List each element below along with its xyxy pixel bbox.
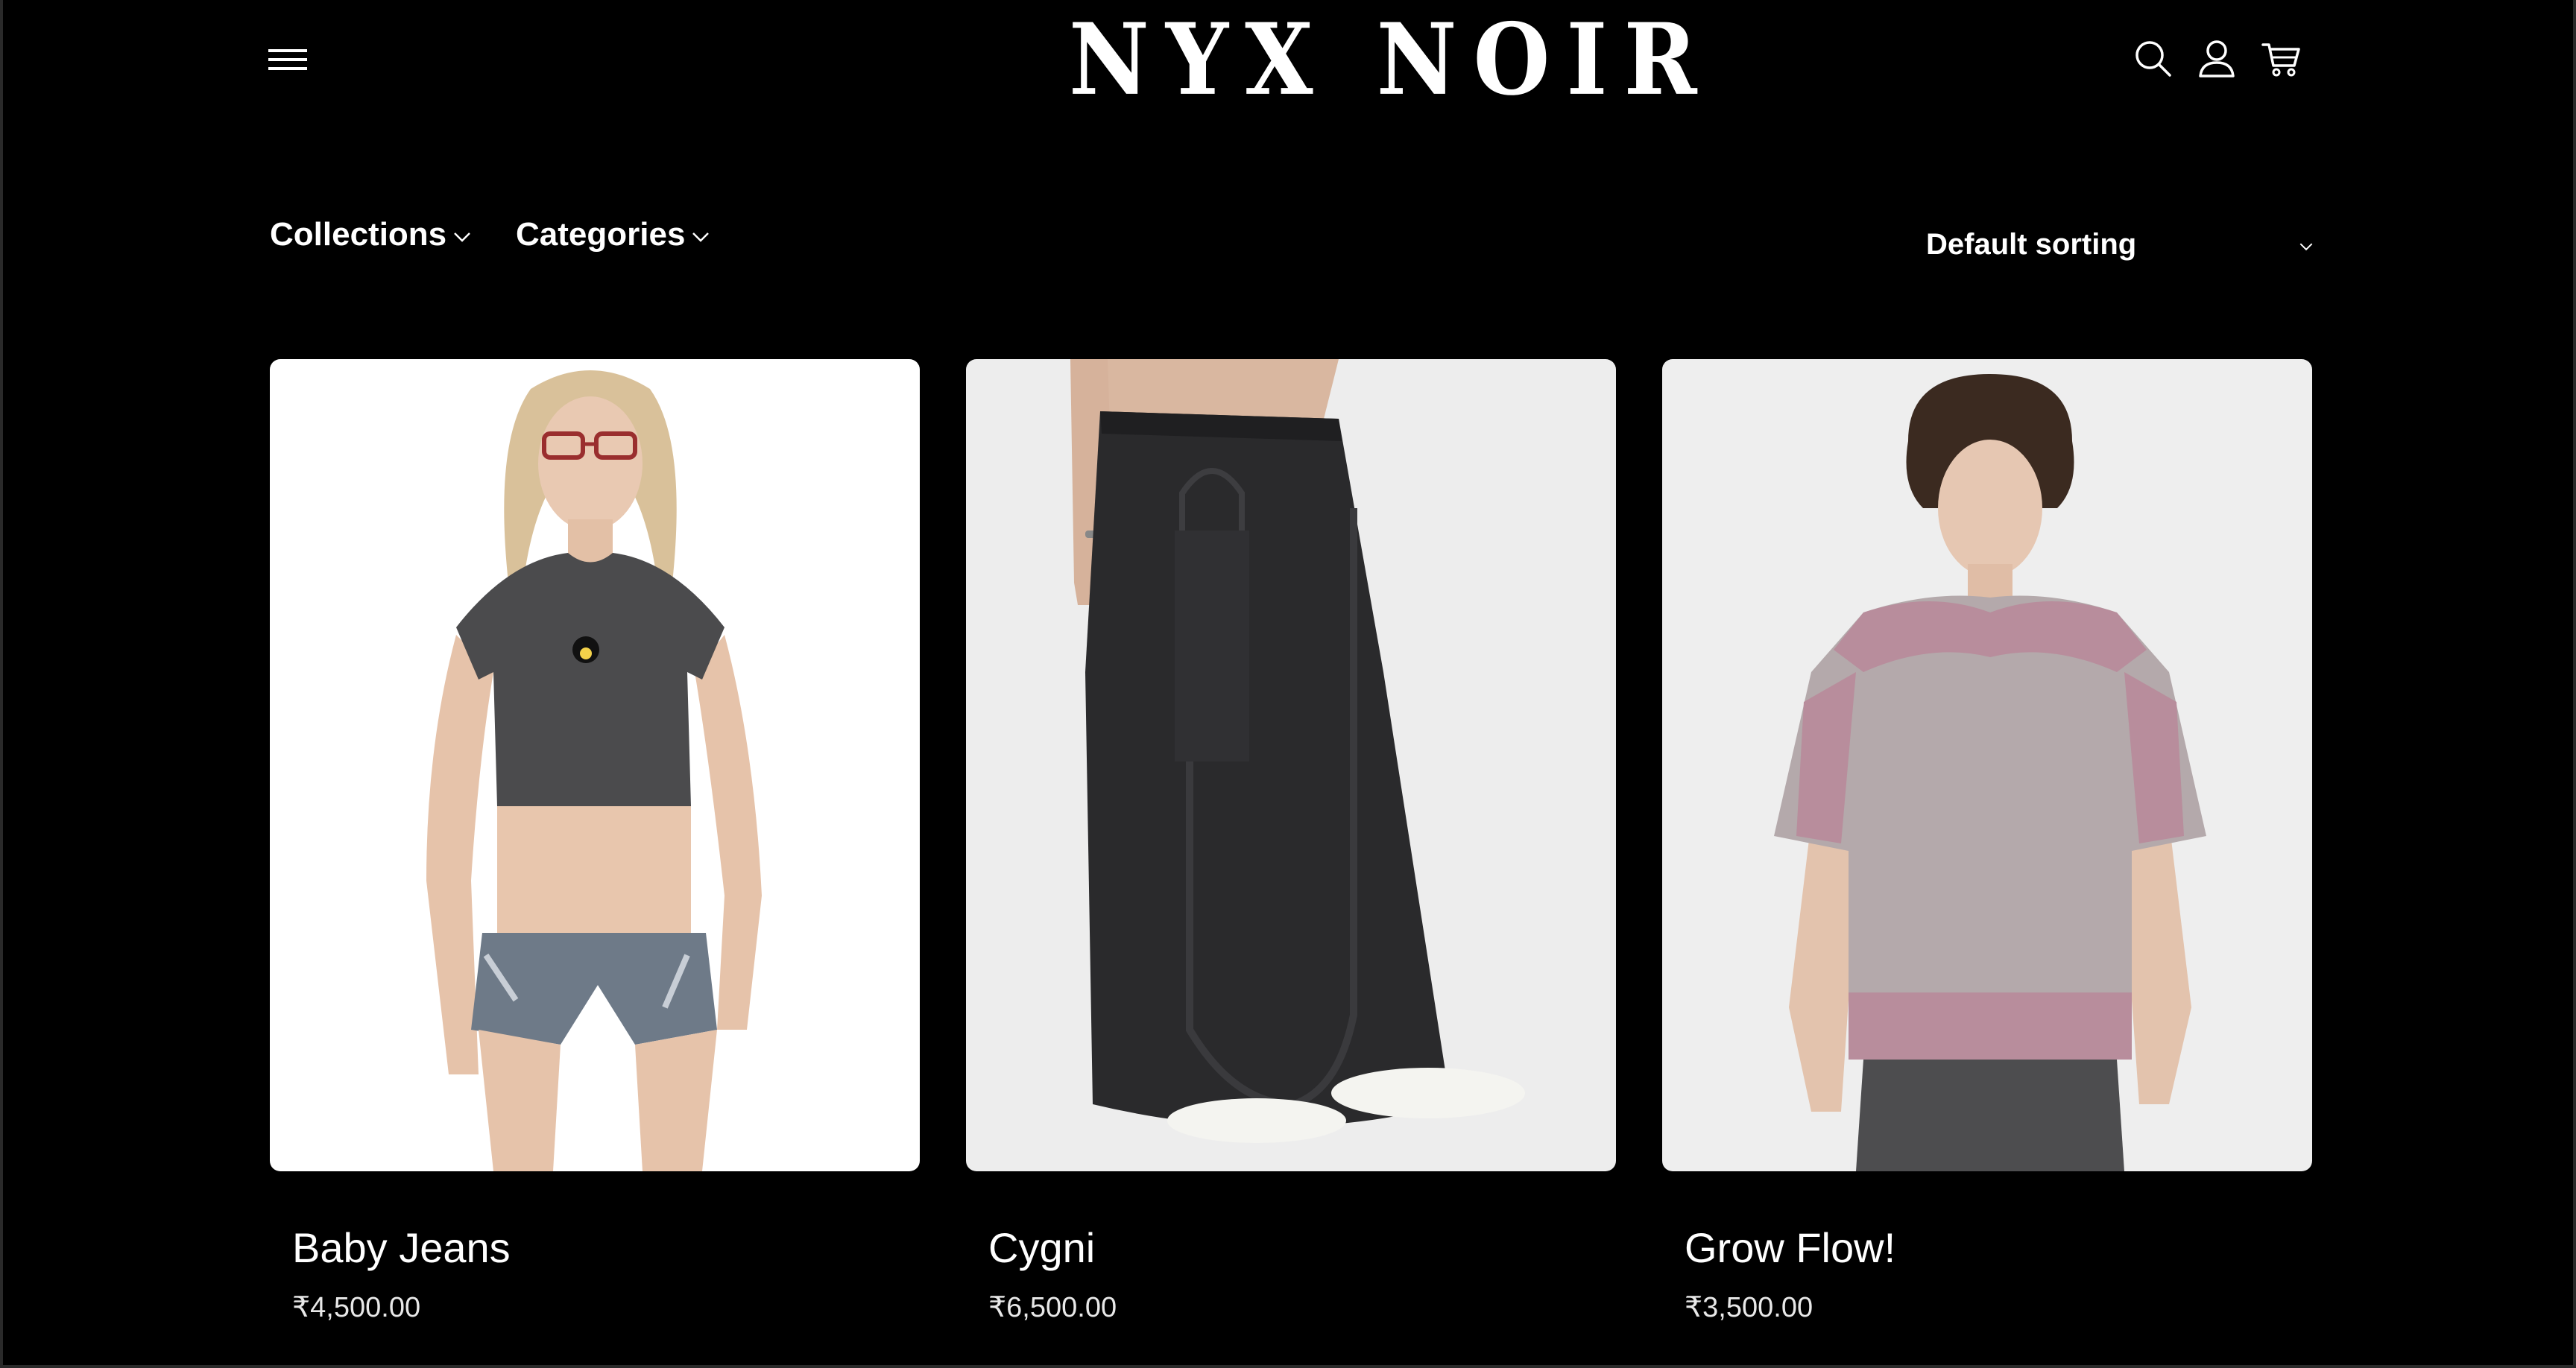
product-image[interactable] xyxy=(1662,359,2312,1171)
product-card[interactable]: Grow Flow! ₹3,500.00 xyxy=(1662,359,2312,1323)
product-card[interactable]: Baby Jeans ₹4,500.00 xyxy=(270,359,920,1323)
cart-icon[interactable] xyxy=(2260,37,2302,79)
product-title[interactable]: Cygni xyxy=(988,1223,1095,1272)
product-price: ₹6,500.00 xyxy=(988,1292,1117,1323)
page-frame: NYX NOIR Collections Categories Default … xyxy=(0,0,2576,1368)
sorting-selected-value: Default sorting xyxy=(1926,227,2137,261)
chevron-down-icon xyxy=(2299,243,2313,251)
collections-dropdown[interactable]: Collections xyxy=(270,216,472,253)
product-image[interactable] xyxy=(270,359,920,1171)
sorting-select[interactable]: Default sorting xyxy=(1926,224,2314,265)
brand-wordmark: NYX NOIR xyxy=(1069,1,1714,118)
product-image[interactable] xyxy=(966,359,1616,1171)
header-actions xyxy=(2132,37,2302,79)
brand-logo[interactable]: NYX NOIR xyxy=(1024,0,1697,119)
product-price: ₹4,500.00 xyxy=(292,1292,421,1323)
user-icon[interactable] xyxy=(2196,37,2238,79)
categories-dropdown[interactable]: Categories xyxy=(516,216,710,253)
hamburger-menu-icon[interactable] xyxy=(265,46,310,76)
search-icon[interactable] xyxy=(2132,37,2174,79)
product-title[interactable]: Baby Jeans xyxy=(292,1223,511,1272)
product-card[interactable]: Cygni ₹6,500.00 xyxy=(966,359,1616,1323)
collections-label: Collections xyxy=(270,216,447,253)
product-price: ₹3,500.00 xyxy=(1685,1292,1813,1323)
product-title[interactable]: Grow Flow! xyxy=(1685,1223,1895,1272)
chevron-down-icon xyxy=(692,232,710,242)
categories-label: Categories xyxy=(516,216,686,253)
chevron-down-icon xyxy=(454,232,471,242)
